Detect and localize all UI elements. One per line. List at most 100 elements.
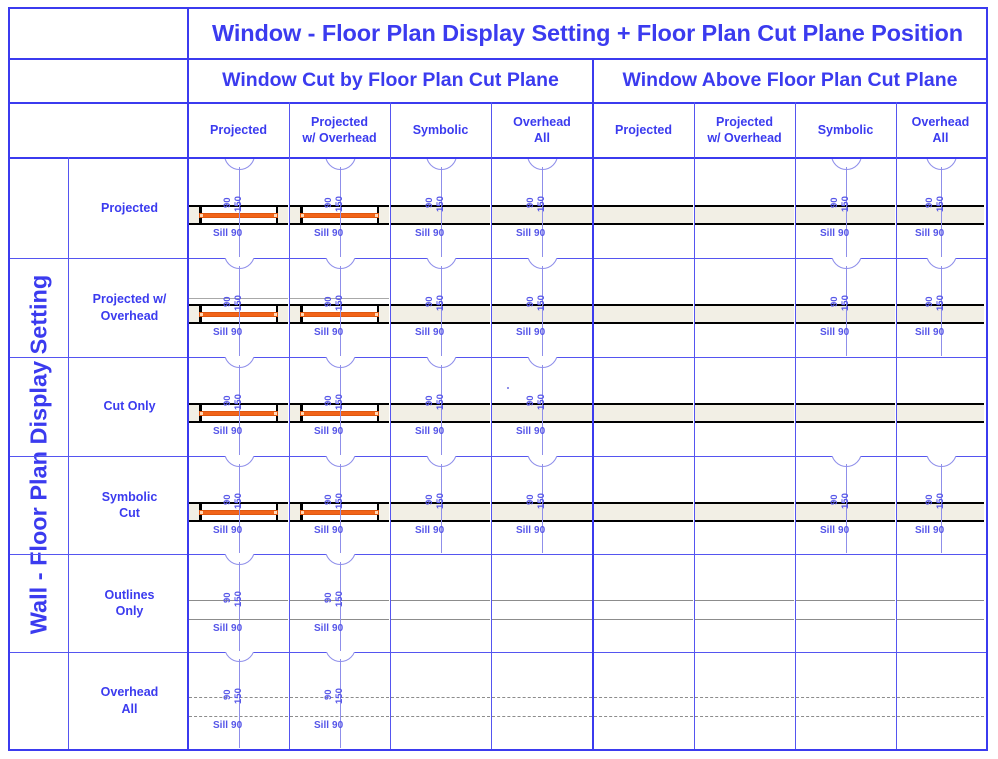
dim-head-height: 90	[323, 592, 334, 603]
wall-band	[695, 403, 794, 423]
sill-label-value: 90	[231, 720, 243, 731]
matrix-cell-r4-c1: W-190150Sill90	[290, 554, 389, 651]
dim-head-height: 90	[525, 395, 536, 406]
sill-label-word: Sill	[820, 228, 836, 239]
dim-head-height: 90	[424, 395, 435, 406]
marker-leader-line	[845, 167, 848, 257]
dim-head-height: 90	[525, 197, 536, 208]
sill-label-value: 90	[231, 327, 243, 338]
column-header-label: Overhead All	[513, 114, 571, 145]
window-tag-text: W-1	[331, 652, 350, 653]
dim-head-height: 90	[924, 197, 935, 208]
sill-label: Sill 90	[213, 426, 242, 437]
sill-label-word: Sill	[415, 426, 431, 437]
sill-label-value: 90	[534, 327, 546, 338]
wall-band-overhead	[492, 697, 592, 717]
sill-label-value: 90	[332, 327, 344, 338]
window-tag-text: W-1	[932, 258, 951, 260]
matrix-cell-r2-c1: W-190150Sill90	[290, 357, 389, 455]
column-header-5: Projected w/ Overhead	[695, 104, 794, 157]
matrix-title: Window - Floor Plan Display Setting + Fl…	[211, 20, 963, 47]
sill-label-value: 90	[332, 525, 344, 536]
wall-band-outline	[594, 600, 693, 620]
wall-band-outline	[695, 600, 794, 620]
window-tag-text: W-1	[331, 357, 350, 359]
dim-window-height: 150	[334, 591, 345, 607]
matrix-cell-r2-c0: W-190150Sill90	[189, 357, 288, 455]
dim-window-height: 150	[840, 493, 851, 509]
matrix-cell-r3-c2: W-190150Sill90	[391, 456, 490, 553]
matrix-cell-r5-c1: W-190150Sill90	[290, 652, 389, 748]
marker-leader-line	[940, 266, 943, 356]
window-tag-text: W-1	[533, 258, 552, 260]
dim-head-height: 90	[924, 296, 935, 307]
sill-label: Sill 90	[915, 525, 944, 536]
matrix-cell-r1-c3: W-190150Sill90	[492, 258, 592, 356]
sill-label-word: Sill	[516, 525, 532, 536]
sill-label-word: Sill	[516, 228, 532, 239]
matrix-cell-r4-c6	[796, 554, 895, 651]
row-header-label: Projected	[101, 201, 158, 216]
matrix-cell-r1-c0: W-190150Sill90	[189, 258, 288, 356]
dim-head-height: 90	[924, 494, 935, 505]
dim-window-height: 150	[536, 295, 547, 311]
matrix-cell-r0-c6: W-190150Sill90	[796, 159, 895, 257]
marker-leader-line	[440, 167, 443, 257]
dim-window-height: 150	[233, 591, 244, 607]
sill-label-word: Sill	[213, 228, 229, 239]
dim-head-height: 90	[525, 296, 536, 307]
column-header-7: Overhead All	[897, 104, 984, 157]
row-group-label: Wall - Floor Plan Display Setting	[10, 159, 68, 749]
sill-label-word: Sill	[820, 525, 836, 536]
matrix-cell-r0-c3: W-190150Sill90	[492, 159, 592, 257]
window-tag-text: W-1	[230, 456, 249, 458]
dim-window-height: 150	[334, 688, 345, 704]
window-tag-text: W-1	[230, 258, 249, 260]
matrix-cell-r5-c6	[796, 652, 895, 748]
row-header-label: Projected w/ Overhead	[92, 292, 167, 323]
sill-label-value: 90	[534, 426, 546, 437]
sill-label: Sill 90	[213, 228, 242, 239]
sill-label-word: Sill	[516, 327, 532, 338]
dim-head-height: 90	[424, 494, 435, 505]
sill-label-word: Sill	[415, 327, 431, 338]
column-header-3: Overhead All	[492, 104, 592, 157]
dim-head-height: 90	[323, 296, 334, 307]
matrix-cell-r0-c7: W-190150Sill90	[897, 159, 984, 257]
column-header-label: Projected w/ Overhead	[707, 114, 782, 145]
row-header-label: Outlines Only	[104, 587, 155, 618]
sill-label: Sill 90	[415, 525, 444, 536]
window-tag-text: W-1	[230, 554, 249, 556]
matrix-cell-r4-c2	[391, 554, 490, 651]
dim-window-height: 150	[536, 196, 547, 212]
sill-label-word: Sill	[415, 228, 431, 239]
wall-band-overhead	[594, 697, 693, 717]
marker-leader-line	[238, 167, 241, 257]
window-tag-text: W-1	[533, 357, 552, 359]
matrix-cell-r1-c2: W-190150Sill90	[391, 258, 490, 356]
sill-label-word: Sill	[314, 525, 330, 536]
window-tag-text: W-1	[432, 456, 451, 458]
window-tag-text: W-1	[331, 456, 350, 458]
matrix-cell-r3-c6: W-190150Sill90	[796, 456, 895, 553]
column-header-label: Symbolic	[412, 122, 469, 137]
column-header-label: Projected	[210, 122, 267, 137]
sill-label-word: Sill	[314, 720, 330, 731]
marker-leader-line	[440, 365, 443, 455]
marker-leader-line	[541, 365, 544, 455]
sill-label-value: 90	[231, 228, 243, 239]
dim-head-height: 90	[323, 395, 334, 406]
sill-label: Sill 90	[213, 623, 242, 634]
sill-label: Sill 90	[415, 327, 444, 338]
row-header-0: Projected	[70, 159, 189, 258]
matrix-cell-r5-c7	[897, 652, 984, 748]
wall-band-outline	[897, 600, 984, 620]
dim-window-height: 150	[935, 295, 946, 311]
dim-window-height: 150	[840, 295, 851, 311]
matrix-cell-r3-c4	[594, 456, 693, 553]
dim-window-height: 150	[536, 493, 547, 509]
dim-window-height: 150	[334, 394, 345, 410]
sill-label: Sill 90	[820, 228, 849, 239]
window-tag-text: W-1	[230, 652, 249, 653]
matrix-cell-r5-c0: W-190150Sill90	[189, 652, 288, 748]
